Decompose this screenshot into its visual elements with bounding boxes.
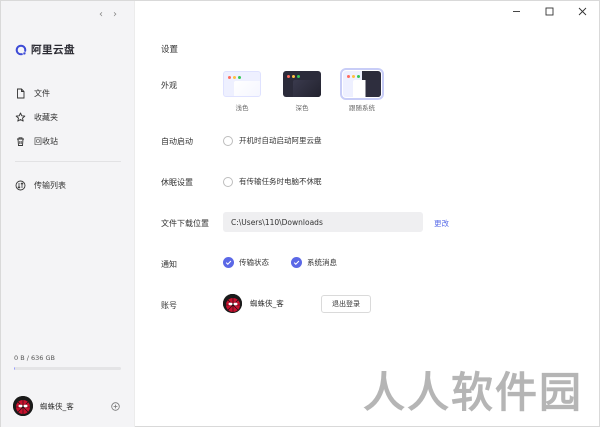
forward-arrow-icon[interactable]: › <box>113 9 117 20</box>
account-label: 账号 <box>161 301 177 310</box>
brand-name: 阿里云盘 <box>31 44 75 56</box>
spiderman-avatar-icon <box>223 294 242 313</box>
transfer-icon <box>15 180 26 190</box>
checkbox-checked[interactable] <box>223 257 234 268</box>
nav-arrows: ‹ › <box>99 9 117 20</box>
autostart-option[interactable]: 开机时自动启动阿里云盘 <box>223 135 322 146</box>
app-window: ‹ › 阿里云盘 文件 收藏夹 回收站 传输列表 0 B / 636 GB 蜘蛛… <box>0 0 600 427</box>
sidebar-item-label: 收藏夹 <box>34 112 58 122</box>
checkmark-icon <box>293 260 300 265</box>
appearance-label: 外观 <box>161 81 177 90</box>
theme-label: 深色 <box>295 104 309 112</box>
theme-system-preview <box>340 68 384 100</box>
storage-usage-text: 0 B / 636 GB <box>14 354 55 362</box>
notify-label: 通知 <box>161 260 177 269</box>
file-icon <box>17 88 25 98</box>
sidebar-item-favorites[interactable]: 收藏夹 <box>15 105 125 129</box>
notify-system-option[interactable]: 系统消息 <box>291 257 337 268</box>
theme-light-option[interactable]: 浅色 <box>223 71 261 112</box>
change-path-link[interactable]: 更改 <box>434 218 449 229</box>
notify-transfer-label: 传输状态 <box>239 258 269 267</box>
theme-options: 浅色 深色 跟随系统 <box>223 68 384 112</box>
logout-button[interactable]: 退出登录 <box>321 295 371 313</box>
sidebar-item-files[interactable]: 文件 <box>15 81 125 105</box>
sidebar-item-label: 文件 <box>34 88 50 98</box>
sleep-label: 休眠设置 <box>161 178 193 187</box>
star-icon <box>15 112 26 122</box>
brand-logo: 阿里云盘 <box>15 42 75 57</box>
storage-progress-bar <box>14 367 121 370</box>
notify-transfer-option[interactable]: 传输状态 <box>223 257 269 268</box>
notify-system-label: 系统消息 <box>307 258 337 267</box>
sidebar-item-transfer[interactable]: 传输列表 <box>15 173 66 197</box>
sidebar-item-label: 传输列表 <box>34 180 66 190</box>
sidebar-divider <box>15 161 121 162</box>
sleep-radio[interactable] <box>223 176 233 187</box>
user-profile[interactable]: 蜘蛛侠_客 <box>13 396 74 416</box>
trash-icon <box>17 136 24 146</box>
theme-label: 跟随系统 <box>349 104 375 112</box>
storage-progress-fill <box>14 367 15 370</box>
checkmark-icon <box>225 260 232 265</box>
page-title: 设置 <box>161 45 179 55</box>
theme-light-preview <box>223 71 261 97</box>
theme-dark-option[interactable]: 深色 <box>283 71 321 112</box>
checkbox-checked[interactable] <box>291 257 302 268</box>
autostart-label: 自动启动 <box>161 137 193 146</box>
download-location-label: 文件下载位置 <box>161 219 209 228</box>
sidebar-item-trash[interactable]: 回收站 <box>15 129 125 153</box>
watermark: 人人软件园 <box>362 368 583 417</box>
account-name: 蜘蛛侠_客 <box>250 299 284 308</box>
sidebar: ‹ › 阿里云盘 文件 收藏夹 回收站 传输列表 0 B / 636 GB 蜘蛛… <box>1 1 135 427</box>
avatar <box>223 294 242 313</box>
sidebar-nav-transfer: 传输列表 <box>15 173 66 197</box>
download-path-input[interactable] <box>223 212 423 232</box>
back-arrow-icon[interactable]: ‹ <box>99 9 103 20</box>
sleep-option[interactable]: 有传输任务时电脑不休眠 <box>223 176 322 187</box>
account-info: 蜘蛛侠_客 <box>223 294 284 313</box>
theme-label: 浅色 <box>235 104 249 112</box>
add-account-icon[interactable] <box>111 402 120 411</box>
sidebar-nav: 文件 收藏夹 回收站 <box>15 81 125 153</box>
autostart-option-label: 开机时自动启动阿里云盘 <box>239 136 322 145</box>
autostart-radio[interactable] <box>223 135 233 146</box>
sleep-option-label: 有传输任务时电脑不休眠 <box>239 177 322 186</box>
spiderman-avatar-icon <box>13 396 33 416</box>
aliyun-logo-icon <box>15 44 27 55</box>
avatar <box>13 396 33 416</box>
theme-system-option[interactable]: 跟随系统 <box>340 68 384 112</box>
theme-dark-preview <box>283 71 321 97</box>
sidebar-item-label: 回收站 <box>34 136 58 146</box>
user-name: 蜘蛛侠_客 <box>40 401 74 411</box>
